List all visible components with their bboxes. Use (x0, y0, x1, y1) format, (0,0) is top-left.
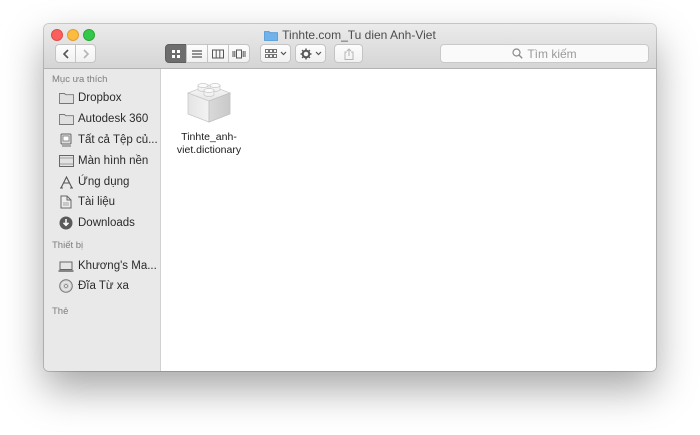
sidebar-item-documents[interactable]: Tài liệu (58, 193, 115, 211)
sidebar-item-desktop[interactable]: Màn hình nền (58, 152, 148, 170)
sidebar-item-downloads[interactable]: Downloads (58, 214, 135, 232)
sidebar-item-applications[interactable]: Ứng dụng (58, 173, 129, 191)
search-icon (512, 48, 524, 59)
toolbar: Tinhte.com_Tu dien Anh-Viet Tìm kiếm (44, 24, 656, 69)
file-browser: Tinhte_anh- viet.dictionary (162, 69, 656, 371)
sidebar-item-all-files[interactable]: Tất cả Tệp củ... (58, 131, 158, 149)
all-files-icon (58, 132, 74, 148)
finder-window: Tinhte.com_Tu dien Anh-Viet Tìm kiếm Mục… (44, 24, 656, 371)
sidebar: Mục ưa thích Dropbox Autodesk 360 Tất cả… (44, 69, 161, 371)
columns-icon (212, 49, 224, 58)
navigation-buttons (55, 44, 96, 63)
search-field[interactable]: Tìm kiếm (440, 44, 649, 63)
arrange-icon (264, 48, 277, 58)
chevron-down-icon (280, 51, 286, 56)
arrange-button[interactable] (260, 44, 291, 63)
column-view-button[interactable] (207, 44, 229, 63)
sidebar-item-remote-disc[interactable]: Đĩa Từ xa (58, 277, 129, 295)
folder-icon (58, 90, 74, 106)
icon-view-button[interactable] (165, 44, 187, 63)
sidebar-item-dropbox[interactable]: Dropbox (58, 89, 121, 107)
sidebar-item-label: Tài liệu (78, 196, 116, 208)
gear-icon (300, 48, 311, 59)
file-name-line2: viet.dictionary (176, 144, 242, 156)
action-button[interactable] (295, 44, 326, 63)
list-icon (192, 49, 202, 58)
sidebar-item-label: Tất cả Tệp củ... (78, 134, 158, 146)
view-mode-buttons (165, 44, 250, 63)
window-title-area: Tinhte.com_Tu dien Anh-Viet (44, 27, 656, 45)
documents-icon (58, 194, 74, 210)
folder-icon (264, 29, 279, 45)
chevron-left-icon (62, 48, 69, 59)
search-placeholder: Tìm kiếm (527, 46, 577, 61)
lego-bundle-icon (184, 75, 234, 125)
sidebar-item-label: Khương's Ma... (78, 260, 157, 272)
share-icon (344, 47, 353, 60)
sidebar-item-label: Dropbox (78, 92, 122, 104)
sidebar-item-label: Downloads (78, 217, 135, 229)
chevron-down-icon (315, 51, 321, 56)
forward-button[interactable] (75, 44, 96, 63)
folder-icon (58, 111, 74, 127)
share-button[interactable] (334, 44, 363, 63)
sidebar-item-label: Đĩa Từ xa (78, 280, 129, 292)
chevron-right-icon (82, 48, 89, 59)
desktop-icon (58, 153, 74, 169)
back-button[interactable] (55, 44, 76, 63)
window-title: Tinhte.com_Tu dien Anh-Viet (282, 28, 436, 42)
sidebar-item-label: Ứng dụng (78, 176, 130, 188)
cover-flow-button[interactable] (228, 44, 250, 63)
sidebar-section-tags: Thẻ (52, 306, 69, 317)
sidebar-item-macbook[interactable]: Khương's Ma... (58, 257, 157, 275)
cover-flow-icon (232, 49, 246, 58)
laptop-icon (58, 258, 74, 274)
sidebar-section-devices: Thiết bị (52, 240, 84, 251)
sidebar-item-autodesk-360[interactable]: Autodesk 360 (58, 110, 148, 128)
sidebar-section-favorites: Mục ưa thích (52, 74, 108, 85)
file-name-line1: Tinhte_anh- (181, 131, 237, 143)
sidebar-item-label: Màn hình nền (78, 155, 149, 167)
sidebar-item-label: Autodesk 360 (78, 113, 149, 125)
remote-disc-icon (58, 278, 74, 294)
grid-icon (172, 49, 180, 58)
file-name: Tinhte_anh- viet.dictionary (166, 131, 252, 157)
applications-icon (58, 174, 74, 190)
downloads-icon (58, 215, 74, 231)
list-view-button[interactable] (186, 44, 208, 63)
